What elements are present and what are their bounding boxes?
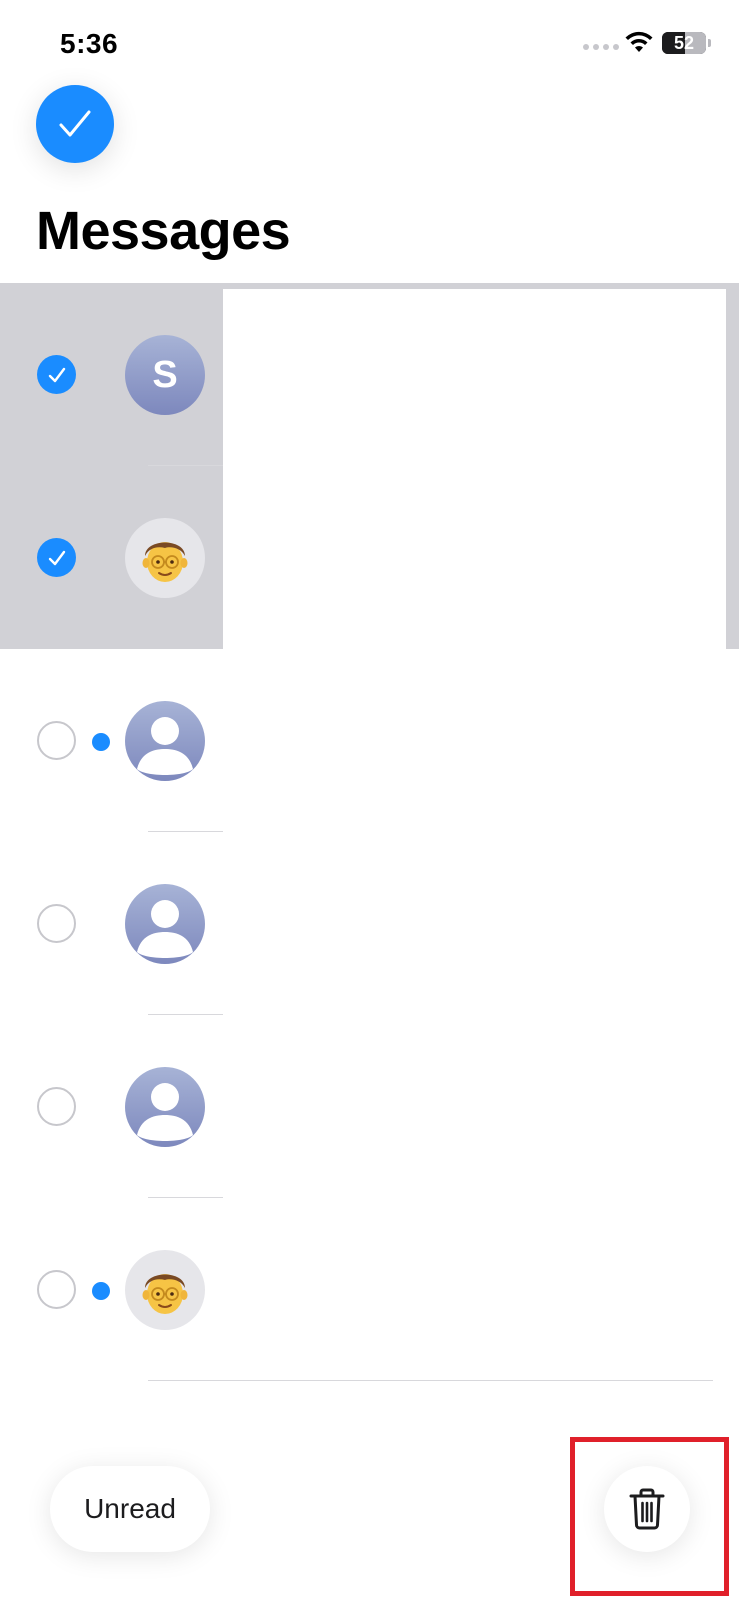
select-done-button[interactable] bbox=[36, 85, 114, 163]
wifi-icon bbox=[625, 31, 653, 52]
person-icon bbox=[137, 900, 193, 958]
unselected-checkbox[interactable] bbox=[37, 721, 76, 760]
conversation-preview bbox=[223, 289, 726, 466]
memoji-face bbox=[142, 1274, 188, 1314]
checkmark-icon bbox=[48, 550, 65, 565]
trash-icon bbox=[629, 1488, 665, 1530]
selected-checkbox[interactable] bbox=[37, 538, 76, 577]
avatar-initial: S bbox=[152, 353, 178, 396]
status-bar: 5:36 52 bbox=[0, 0, 739, 90]
status-time: 5:36 bbox=[60, 28, 119, 59]
page-title: Messages bbox=[36, 201, 291, 261]
checkmark-icon bbox=[48, 367, 65, 382]
conversation-row[interactable] bbox=[0, 649, 739, 832]
avatar-placeholder bbox=[125, 701, 205, 781]
conversation-row[interactable] bbox=[0, 1015, 739, 1198]
conversation-preview bbox=[223, 466, 726, 649]
conversation-row[interactable] bbox=[0, 466, 739, 649]
person-icon bbox=[137, 1083, 193, 1141]
selected-checkbox[interactable] bbox=[37, 355, 76, 394]
avatar-memoji bbox=[125, 1250, 205, 1330]
avatar-memoji bbox=[125, 518, 205, 598]
unselected-checkbox[interactable] bbox=[37, 1270, 76, 1309]
memoji-face bbox=[142, 542, 188, 582]
conversation-list: S bbox=[0, 283, 739, 1381]
unselected-checkbox[interactable] bbox=[37, 904, 76, 943]
avatar: S bbox=[125, 335, 205, 415]
row-divider bbox=[148, 1380, 713, 1381]
mark-unread-button[interactable]: Unread bbox=[50, 1466, 210, 1552]
delete-button[interactable] bbox=[604, 1466, 690, 1552]
battery-level: 52 bbox=[673, 33, 695, 53]
conversation-row[interactable] bbox=[0, 1198, 739, 1381]
checkmark-icon bbox=[59, 110, 91, 137]
battery-cap bbox=[708, 39, 711, 47]
cellular-signal-icon bbox=[583, 44, 619, 50]
avatar-placeholder bbox=[125, 884, 205, 964]
conversation-row[interactable]: S bbox=[0, 283, 739, 466]
conversation-row[interactable] bbox=[0, 832, 739, 1015]
avatar-placeholder bbox=[125, 1067, 205, 1147]
person-icon bbox=[137, 717, 193, 775]
battery-icon: 52 bbox=[662, 32, 706, 54]
unselected-checkbox[interactable] bbox=[37, 1087, 76, 1126]
unread-indicator bbox=[92, 733, 110, 751]
unread-indicator bbox=[92, 1282, 110, 1300]
